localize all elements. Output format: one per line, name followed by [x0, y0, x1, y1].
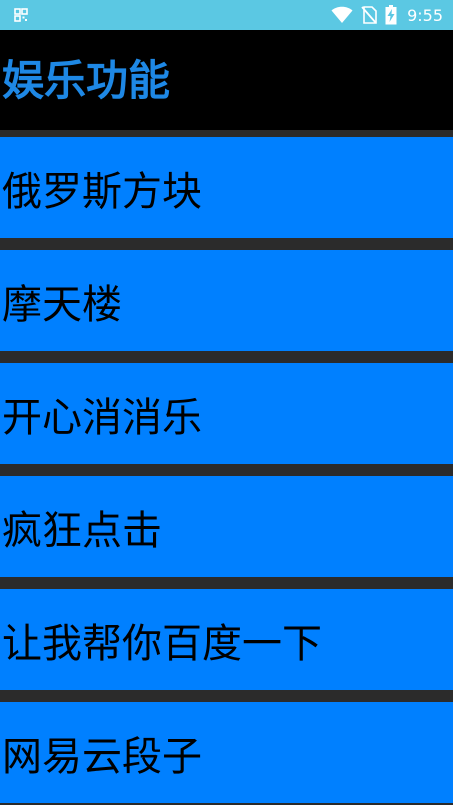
menu-item-skyscraper[interactable]: 摩天楼 — [0, 250, 453, 351]
menu-item-crazy-click[interactable]: 疯狂点击 — [0, 476, 453, 577]
menu-item-label: 疯狂点击 — [2, 508, 162, 554]
menu-item-netease-jokes[interactable]: 网易云段子 — [0, 702, 453, 803]
menu-item-label: 摩天楼 — [2, 282, 122, 328]
wifi-icon — [331, 6, 353, 23]
menu-item-label: 开心消消乐 — [2, 395, 202, 441]
status-time: 9:55 — [407, 5, 443, 25]
page-title: 娱乐功能 — [2, 56, 171, 105]
menu-item-let-me-baidu[interactable]: 让我帮你百度一下 — [0, 589, 453, 690]
menu-item-happy-match[interactable]: 开心消消乐 — [0, 363, 453, 464]
menu-item-label: 让我帮你百度一下 — [2, 621, 322, 667]
battery-charging-icon — [385, 5, 397, 25]
menu-item-label: 网易云段子 — [2, 734, 202, 780]
notification-grid-icon — [14, 8, 28, 22]
menu-item-tetris[interactable]: 俄罗斯方块 — [0, 137, 453, 238]
app-header: 娱乐功能 — [0, 30, 453, 130]
status-bar: 9:55 — [0, 0, 453, 30]
menu-item-label: 俄罗斯方块 — [2, 169, 202, 215]
no-sim-icon — [361, 6, 377, 24]
status-icons: 9:55 — [331, 0, 443, 30]
